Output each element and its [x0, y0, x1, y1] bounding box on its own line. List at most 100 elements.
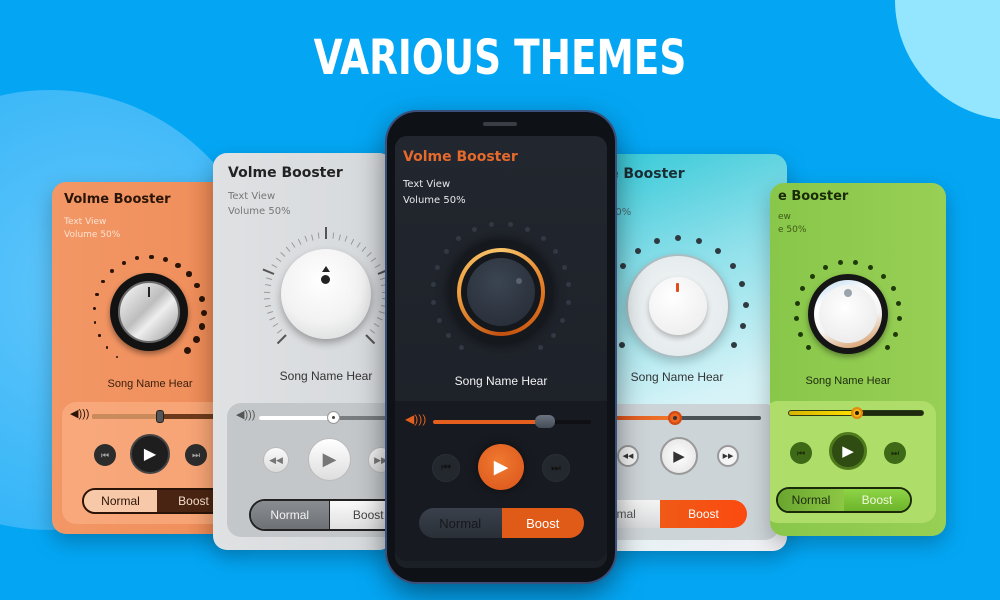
- dial-tick: [350, 239, 355, 245]
- dial-dot: [540, 236, 546, 242]
- dial-tick: [266, 277, 273, 280]
- volume-slider[interactable]: [603, 411, 761, 425]
- dial-dot: [619, 342, 626, 348]
- rewind-button[interactable]: ◀◀: [617, 445, 639, 467]
- dial-dot: [822, 264, 828, 270]
- next-button[interactable]: ⏭: [185, 444, 207, 466]
- dial-dot: [809, 273, 815, 279]
- dial-dot: [121, 260, 126, 266]
- volume-slider-thumb[interactable]: [851, 407, 863, 419]
- fast-forward-button[interactable]: ▶▶: [717, 445, 739, 467]
- phone-dark-theme: Volme Booster Text View Volume 50% Song …: [387, 112, 615, 582]
- dial-tick: [291, 242, 296, 249]
- skip-previous-icon: ⏮: [796, 447, 806, 458]
- dial-tick: [264, 291, 271, 293]
- previous-button[interactable]: ⏮: [432, 454, 460, 482]
- player-panel: ◀))) ◀◀ ▶ ▶▶ Normal Boost: [227, 403, 393, 537]
- play-button[interactable]: ▶: [660, 437, 698, 475]
- mode-boost-button[interactable]: Boost: [328, 501, 393, 529]
- volume-slider-thumb[interactable]: [535, 415, 555, 428]
- next-button[interactable]: ⏭: [884, 442, 906, 464]
- play-button[interactable]: ▶: [308, 438, 351, 481]
- volume-slider-thumb[interactable]: [156, 410, 164, 423]
- volume-label: e 50%: [778, 225, 807, 236]
- play-icon: ▶: [143, 446, 157, 463]
- volume-slider-thumb[interactable]: [668, 411, 682, 425]
- dial-dot: [194, 282, 201, 289]
- dial-tick: [338, 234, 341, 241]
- mode-boost-button[interactable]: Boost: [660, 500, 747, 528]
- mode-normal-button[interactable]: Normal: [251, 501, 329, 529]
- volume-icon: ◀))): [236, 409, 256, 421]
- info-text: Text View Volume 50%: [64, 216, 120, 242]
- dial-dot: [742, 302, 749, 309]
- mode-normal-button[interactable]: Normal: [84, 490, 157, 512]
- dial-tick: [266, 311, 273, 315]
- dial-dot: [560, 317, 566, 323]
- volume-label: Volume 50%: [228, 205, 291, 217]
- mode-boost-button[interactable]: Boost: [501, 508, 584, 538]
- fast-forward-icon: ▶▶: [722, 453, 734, 460]
- dial-dot: [739, 323, 746, 330]
- volume-slider[interactable]: [259, 411, 393, 424]
- dial-dot: [175, 262, 181, 268]
- volume-slider-fill: [259, 416, 334, 420]
- theme-card-silver: Volme Booster Text View Volume 50% Song …: [213, 153, 393, 550]
- volume-slider-thumb[interactable]: [327, 411, 340, 424]
- dial-tick: [297, 239, 302, 245]
- knob-indicator: [676, 283, 679, 292]
- dial-tick: [272, 323, 279, 328]
- play-icon: ▶: [322, 449, 337, 469]
- volume-knob[interactable]: [281, 249, 371, 339]
- dial-tick: [364, 333, 375, 344]
- dial-tick: [271, 263, 278, 268]
- previous-button[interactable]: ⏮: [94, 444, 116, 466]
- dial-dot: [456, 236, 462, 242]
- volume-slider[interactable]: [788, 407, 924, 419]
- dial-dot: [431, 300, 437, 306]
- dial-dot: [800, 286, 806, 292]
- dial-dot: [489, 222, 495, 228]
- dial-dot: [620, 262, 627, 269]
- dial-dot: [116, 356, 119, 359]
- dial-dot: [105, 346, 109, 349]
- dial-dot: [793, 316, 799, 322]
- play-button[interactable]: ▶: [829, 432, 867, 470]
- dial-dot: [507, 222, 513, 228]
- mode-toggle: Normal Boost: [419, 508, 584, 538]
- volume-slider[interactable]: [433, 415, 591, 428]
- volume-slider-fill: [92, 414, 160, 419]
- volume-knob[interactable]: [110, 273, 188, 351]
- next-button[interactable]: ⏭: [542, 454, 570, 482]
- dial-dot: [896, 300, 902, 306]
- dial-tick: [280, 252, 286, 257]
- knob-indicator: [516, 278, 522, 284]
- dial-dot: [739, 281, 746, 288]
- volume-knob[interactable]: [626, 254, 730, 358]
- dial-dot: [729, 262, 736, 269]
- mode-normal-button[interactable]: Normal: [419, 508, 502, 538]
- play-button[interactable]: ▶: [130, 434, 170, 474]
- dial-tick: [285, 247, 291, 253]
- song-name: Song Name Hear: [805, 375, 891, 387]
- dial-dot: [885, 344, 891, 350]
- volume-knob[interactable]: [808, 274, 888, 354]
- info-text: ew e 50%: [778, 211, 806, 237]
- dial-tick: [376, 317, 383, 321]
- dial-tick: [275, 257, 281, 262]
- skip-previous-icon: ⏮: [100, 449, 110, 460]
- knob-indicator: [321, 275, 330, 284]
- rewind-button[interactable]: ◀◀: [263, 447, 289, 473]
- volume-knob[interactable]: [449, 240, 553, 344]
- dial-dot: [436, 317, 442, 323]
- mode-toggle: Normal Boost: [249, 499, 393, 531]
- mode-normal-button[interactable]: Normal: [778, 489, 844, 511]
- dial-dot: [837, 260, 843, 266]
- play-button[interactable]: ▶: [478, 444, 524, 490]
- dial-tick: [277, 333, 288, 344]
- mode-boost-button[interactable]: Boost: [844, 489, 910, 511]
- info-text: Text View Volume 50%: [403, 177, 466, 208]
- info-text: Text View Volume 50%: [228, 190, 291, 219]
- skip-next-icon: ⏭: [890, 447, 900, 458]
- previous-button[interactable]: ⏮: [790, 442, 812, 464]
